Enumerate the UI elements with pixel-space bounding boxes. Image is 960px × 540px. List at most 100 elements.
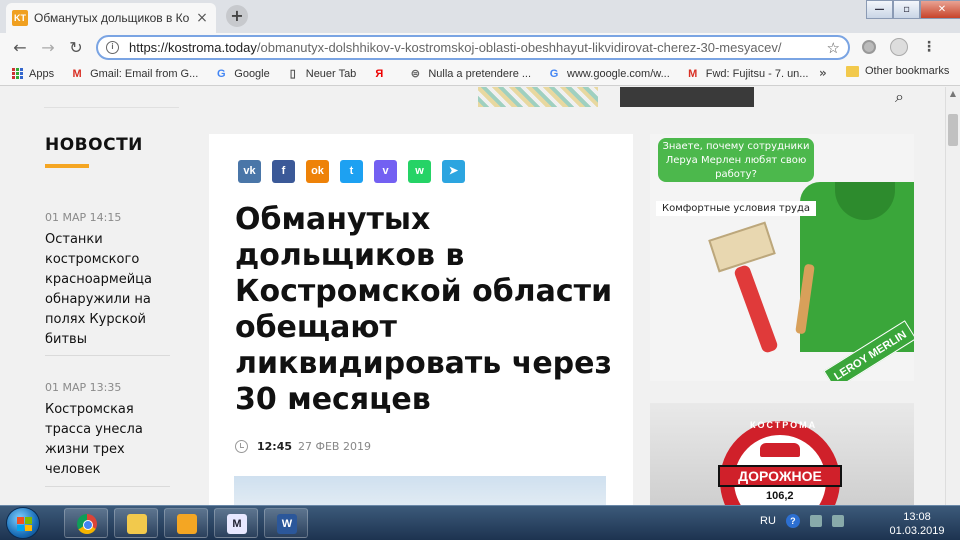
bookmark-item[interactable]: ▯ Neuer Tab [286,67,357,81]
bookmark-favicon-icon: M [72,67,82,80]
extension-icon[interactable] [862,40,876,54]
bookmarks-overflow-icon[interactable]: » [819,66,827,80]
news-time: 01 МАР 13:35 [45,381,122,394]
share-twitter-icon[interactable]: t [340,160,363,183]
window-controls: — ▫ ✕ [866,0,960,19]
bookmark-label: www.google.com/w... [567,67,670,80]
ad-radio[interactable]: КОСТРОМА ДОРОЖНОЕ 106,2 [650,403,914,505]
header-divider [44,107,179,108]
share-telegram-icon[interactable]: ➤ [442,160,465,183]
bookmark-item[interactable]: ⊜ Nulla a pretendere ... [408,67,532,81]
clock-time: 13:08 [903,511,931,523]
taskbar: M W RU ? 13:08 01.03.2019 [0,505,960,540]
scroll-up-arrow-icon[interactable]: ▲ [946,87,960,101]
radio-logo-banner: ДОРОЖНОЕ [718,465,842,487]
news-divider [45,486,170,487]
news-item[interactable]: 01 МАР 14:15 Останки костромского красно… [45,211,170,350]
scroll-thumb[interactable] [948,114,958,146]
minimize-button[interactable]: — [866,0,893,19]
taskbar-translator[interactable]: M [214,508,258,538]
ad-tag-text: Комфортные условия труда [656,201,817,216]
chrome-icon [77,514,97,534]
back-button[interactable]: ← [6,34,34,62]
bookmark-favicon-icon: ▯ [289,68,296,80]
system-clock[interactable]: 13:08 01.03.2019 [884,510,950,538]
taskbar-word[interactable]: W [264,508,308,538]
search-icon[interactable]: ⌕ [895,87,904,107]
bookmark-item[interactable]: Я [372,68,392,80]
close-window-button[interactable]: ✕ [920,0,960,19]
mail-icon [177,514,197,534]
article-date: 27 ФЕВ 2019 [298,440,371,453]
news-divider [45,355,170,356]
address-bar[interactable]: i https://kostroma.today/obmanutyx-dolsh… [96,35,850,60]
share-viber-icon[interactable]: v [374,160,397,183]
language-indicator[interactable]: RU [760,515,776,527]
profile-avatar[interactable] [890,38,908,56]
news-link[interactable]: Костромская трасса унесла жизни трех чел… [45,400,170,480]
news-time: 01 МАР 14:15 [45,211,122,224]
bookmark-label: Gmail: Email from G... [90,67,199,80]
paintbrush-handle-icon [733,263,779,355]
bookmark-star-icon[interactable]: ☆ [827,39,840,57]
help-icon[interactable]: ? [785,514,800,528]
new-tab-button[interactable]: + [226,5,248,27]
news-link[interactable]: Останки костромского красноармейца обнар… [45,230,170,350]
share-whatsapp-icon[interactable]: w [408,160,431,183]
bookmark-label: Nulla a pretendere ... [428,67,532,80]
page-viewport: ⌕ НОВОСТИ 01 МАР 14:15 Останки костромск… [0,87,945,505]
close-tab-icon[interactable]: × [194,10,210,26]
news-heading: НОВОСТИ [45,135,143,155]
share-facebook-icon[interactable]: f [272,160,295,183]
bookmark-favicon-icon: G [216,67,226,80]
bookmark-label: Apps [29,67,55,80]
taskbar-mail[interactable] [164,508,208,538]
taskbar-chrome[interactable] [64,508,108,538]
forward-button[interactable]: → [34,34,62,62]
site-info-icon[interactable]: i [106,41,119,54]
reload-button[interactable]: ↻ [62,34,90,62]
share-vk-icon[interactable]: vk [238,160,261,183]
header-banner-pattern [478,87,598,107]
menu-icon[interactable]: ⋮ [922,39,936,55]
taskbar-explorer[interactable] [114,508,158,538]
bookmark-item[interactable]: M Fwd: Fujitsu - 7. un... [686,67,809,80]
bookmark-favicon-icon: ⊜ [410,68,420,80]
other-bookmarks[interactable]: Other bookmarks [846,65,949,77]
ad-leroy-merlin[interactable]: Знаете, почему сотрудники Леруа Мерлен л… [650,134,914,381]
translator-icon: M [227,514,247,534]
folder-icon [846,65,859,77]
bookmarks-bar: Apps M Gmail: Email from G... G Google ▯ Neuer… [0,62,960,86]
ad-bubble-text: Знаете, почему сотрудники Леруа Мерлен л… [658,138,814,182]
paintbrush-icon [708,221,776,273]
bookmark-label: Neuer Tab [305,67,357,80]
bookmark-favicon-icon: Я [375,67,384,80]
tab-active[interactable]: KT Обманутых дольщиков в Костр × [6,3,216,33]
bookmark-favicon-icon: G [549,67,559,80]
browser-toolbar: ← → ↻ i https://kostroma.today/obmanutyx… [0,33,960,62]
url-path: /obmanutyx-dolshhikov-v-kostromskoj-obla… [256,40,782,55]
bookmark-item[interactable]: M Gmail: Email from G... [70,68,198,80]
start-button[interactable] [6,507,40,539]
volume-icon[interactable] [831,515,844,527]
bookmark-item[interactable]: Gwww.google.com/w... [547,68,670,80]
bookmark-item[interactable]: G Google [214,67,270,80]
article-card: vk f ok t v w ➤ Обманутых дольщиков в Костромс… [209,134,633,505]
news-heading-accent [45,164,89,168]
page-scrollbar[interactable]: ▲ [945,87,960,505]
bookmark-label: Fwd: Fujitsu - 7. un... [705,67,809,80]
bookmark-favicon-icon: M [688,67,698,80]
radio-frequency: 106,2 [766,490,794,502]
network-icon[interactable] [809,515,822,527]
url-text: https://kostroma.today/obmanutyx-dolshhi… [129,40,827,55]
share-odnoklassniki-icon[interactable]: ok [306,160,329,183]
clock-icon [235,440,248,453]
maximize-button[interactable]: ▫ [893,0,920,19]
bookmark-item[interactable]: Apps [12,68,54,80]
car-icon [760,443,800,457]
article-time: 12:45 [257,440,293,453]
bookmark-label: Google [234,67,270,80]
news-item[interactable]: 01 МАР 13:35 Костромская трасса унесла ж… [45,381,170,480]
apps-grid-icon [12,68,23,79]
toolbar-right: ⋮ [862,38,936,56]
